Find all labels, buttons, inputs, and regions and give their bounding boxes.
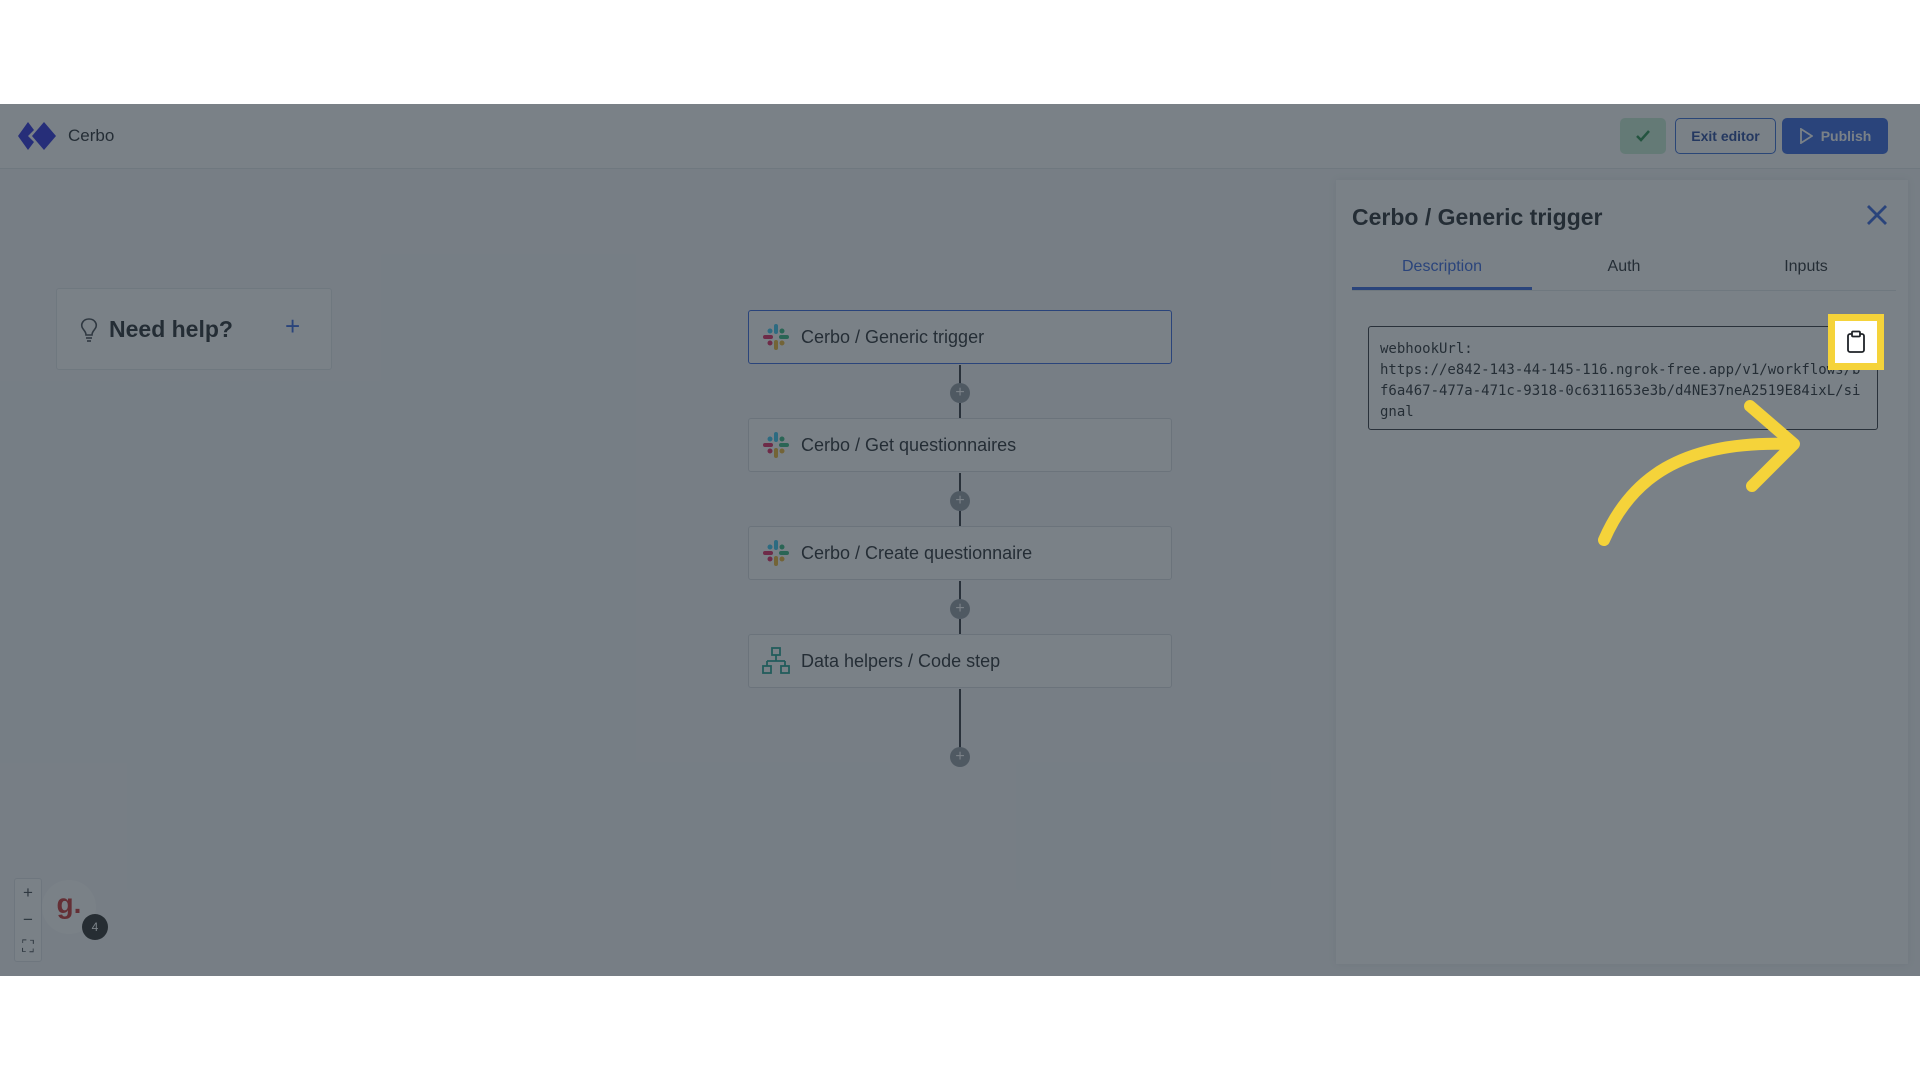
publish-label: Publish <box>1820 128 1872 144</box>
panel-tabs: Description Auth Inputs <box>1352 252 1896 291</box>
cerbo-logo-icon <box>18 122 56 150</box>
top-bar: Cerbo Exit editor Publish <box>0 104 1920 169</box>
add-step-button[interactable]: + <box>950 491 970 511</box>
panel-title: Cerbo / Generic trigger <box>1352 204 1603 230</box>
add-step-button[interactable]: + <box>950 383 970 403</box>
add-step-button[interactable]: + <box>950 747 970 767</box>
connector-line <box>959 689 961 753</box>
close-icon[interactable] <box>1862 200 1892 230</box>
flow-step-get-questionnaires[interactable]: Cerbo / Get questionnaires <box>748 418 1172 472</box>
fit-view-button[interactable]: ⛶ <box>15 933 41 960</box>
check-icon <box>1636 130 1650 142</box>
flow-tree-icon <box>761 646 791 676</box>
flow-step-create-questionnaire[interactable]: Cerbo / Create questionnaire <box>748 526 1172 580</box>
zoom-out-button[interactable]: − <box>15 906 41 933</box>
help-label: Need help? <box>109 316 233 342</box>
tab-inputs[interactable]: Inputs <box>1716 252 1896 282</box>
add-step-button[interactable]: + <box>950 599 970 619</box>
tab-auth[interactable]: Auth <box>1534 252 1714 282</box>
slack-icon <box>761 322 791 352</box>
clipboard-icon <box>1847 330 1865 353</box>
step-label: Cerbo / Create questionnaire <box>801 542 1033 563</box>
publish-button[interactable]: Publish <box>1782 118 1888 154</box>
highlighted-copy-button[interactable] <box>1828 314 1884 370</box>
zoom-in-button[interactable]: + <box>15 879 41 906</box>
app-name: Cerbo <box>68 126 115 145</box>
expand-help-button[interactable]: + <box>285 311 300 342</box>
zoom-controls: + − ⛶ <box>14 878 42 962</box>
notification-badge: 4 <box>82 914 108 940</box>
webhook-url-code: webhookUrl: https://e842-143-44-145-116.… <box>1368 326 1878 430</box>
play-icon <box>1799 128 1813 144</box>
save-status-button[interactable] <box>1620 118 1666 154</box>
help-card[interactable]: Need help? + <box>56 288 332 370</box>
flow-step-generic-trigger[interactable]: Cerbo / Generic trigger <box>748 310 1172 364</box>
flow-step-code-step[interactable]: Data helpers / Code step <box>748 634 1172 688</box>
step-label: Cerbo / Get questionnaires <box>801 434 1017 455</box>
slack-icon <box>761 430 791 460</box>
step-label: Cerbo / Generic trigger <box>801 326 985 347</box>
app-screen: Cerbo Exit editor Publish Need help? + C… <box>0 104 1920 976</box>
step-label: Data helpers / Code step <box>801 650 1001 671</box>
connector-line <box>959 403 961 419</box>
slack-icon <box>761 538 791 568</box>
tab-description[interactable]: Description <box>1352 252 1532 290</box>
connector-line <box>959 511 961 527</box>
lightbulb-icon <box>80 318 98 342</box>
connector-line <box>959 619 961 635</box>
step-detail-panel: Cerbo / Generic trigger Description Auth… <box>1336 180 1908 964</box>
exit-editor-button[interactable]: Exit editor <box>1675 118 1776 154</box>
